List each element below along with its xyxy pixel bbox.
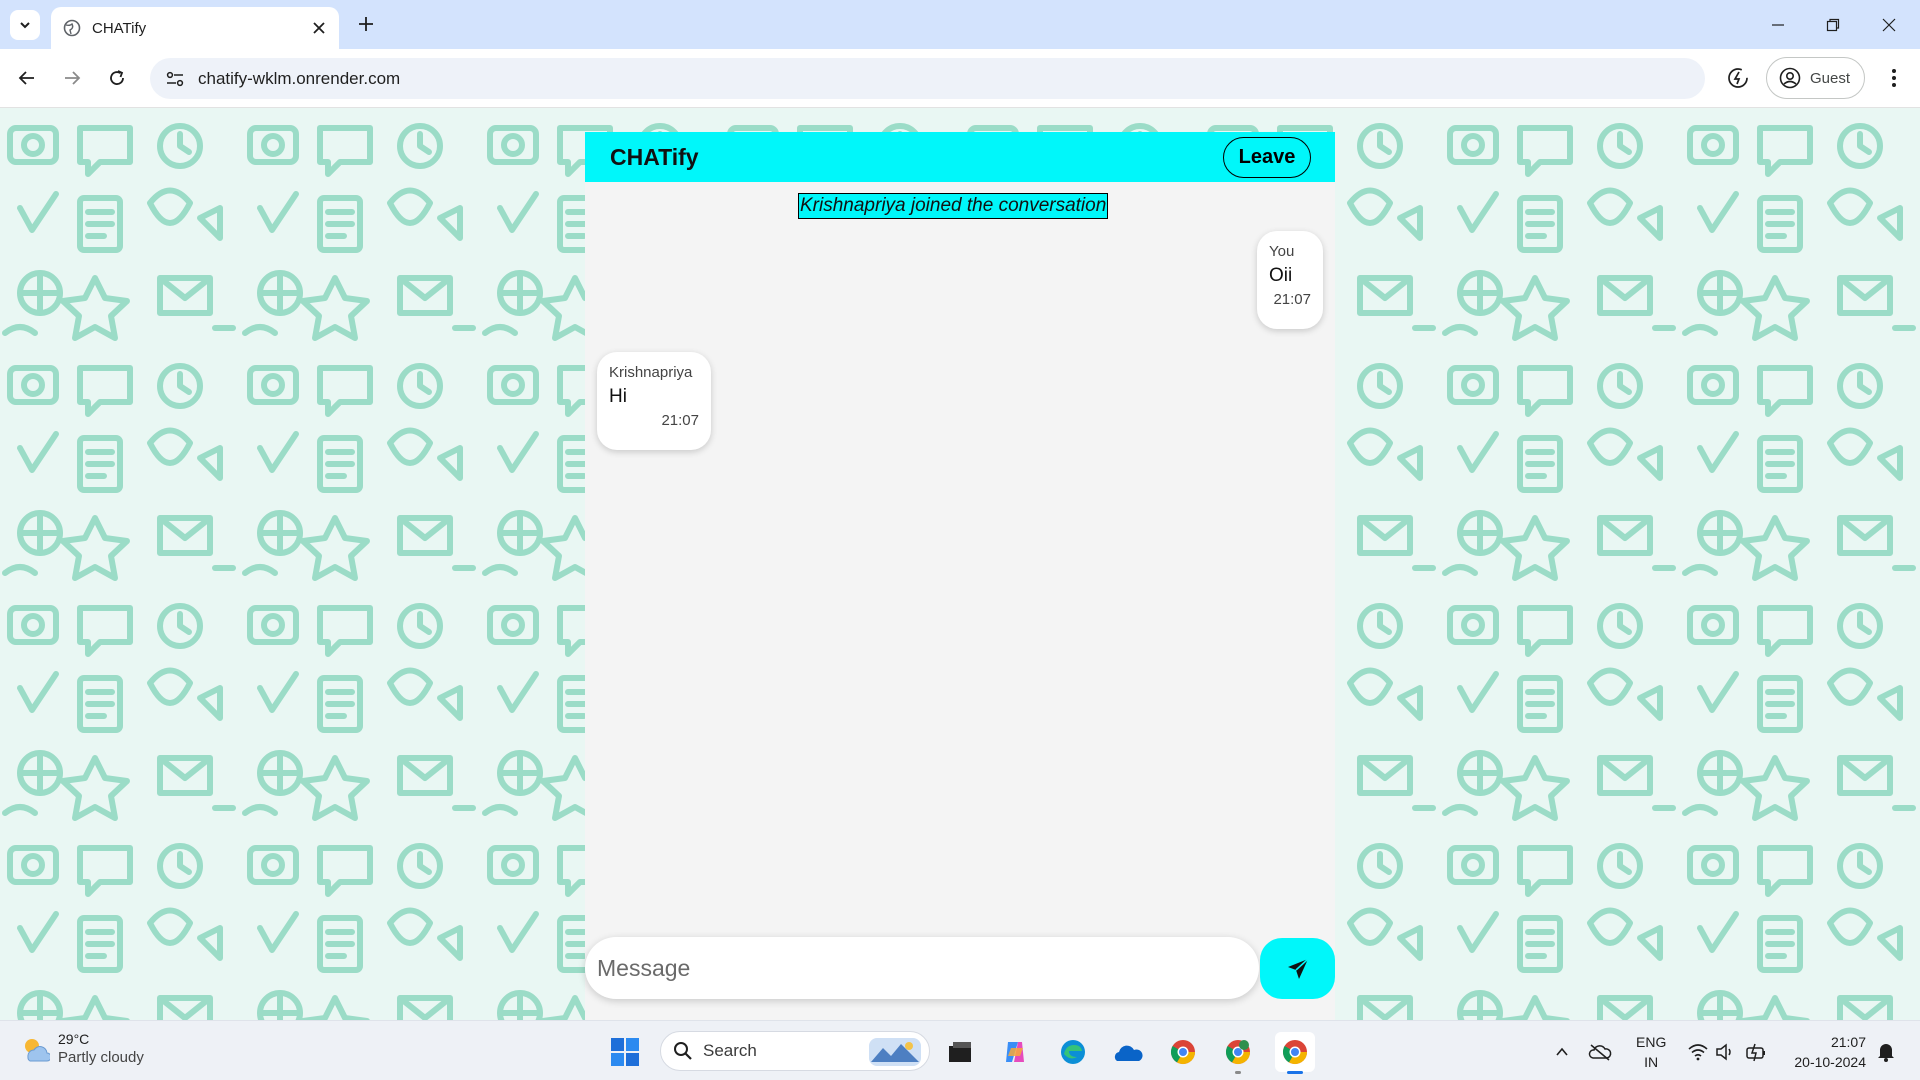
chrome-icon (1170, 1040, 1195, 1065)
arrow-left-icon (18, 71, 34, 85)
message-input[interactable] (585, 937, 1259, 999)
cloud-offline-icon (1588, 1044, 1612, 1061)
profile-button[interactable]: Guest (1766, 57, 1865, 99)
volume-button[interactable] (1714, 1040, 1738, 1064)
send-icon (1287, 957, 1309, 979)
weather-widget[interactable]: 29°C Partly cloudy (20, 1031, 144, 1066)
message-sender: You (1269, 243, 1295, 260)
join-notification: Krishnapriya joined the conversation (798, 193, 1109, 219)
file-explorer-icon (949, 1042, 971, 1062)
partly-cloudy-icon (25, 1038, 50, 1061)
page-viewport: CHATify Leave Krishnapriya joined the co… (0, 108, 1920, 1020)
minimize-icon (1772, 24, 1784, 26)
address-bar[interactable]: chatify-wklm.onrender.com (150, 58, 1705, 99)
url-text[interactable]: chatify-wklm.onrender.com (198, 69, 400, 89)
account-icon (1779, 67, 1801, 89)
edge-icon (1061, 1040, 1085, 1064)
app-title: CHATify (610, 144, 699, 170)
minimize-button[interactable] (1764, 11, 1792, 39)
wifi-button[interactable] (1686, 1040, 1710, 1064)
back-button[interactable] (12, 63, 42, 93)
close-window-icon (1882, 18, 1896, 32)
battery-button[interactable] (1744, 1040, 1768, 1064)
chrome-active-app[interactable] (1275, 1032, 1315, 1074)
browser-tab[interactable]: CHATify (51, 7, 339, 49)
chrome-profile-icon (1225, 1040, 1250, 1065)
system-clock[interactable]: 21:07 20-10-2024 (1786, 1032, 1866, 1072)
new-tab-button[interactable] (353, 11, 379, 37)
weather-temperature: 29°C (58, 1031, 90, 1047)
chat-window: CHATify Leave Krishnapriya joined the co… (585, 132, 1335, 1020)
clock-time: 21:07 (1830, 1034, 1866, 1050)
edge-app[interactable] (1055, 1034, 1091, 1070)
tab-search-button[interactable] (10, 10, 40, 40)
language-code: ENG (1636, 1034, 1667, 1050)
search-icon (674, 1042, 692, 1060)
tab-title: CHATify (92, 19, 147, 37)
file-explorer-app[interactable] (942, 1034, 978, 1070)
site-info-icon[interactable] (164, 68, 186, 90)
chrome-active-icon (1282, 1040, 1307, 1065)
copilot-app[interactable] (998, 1034, 1034, 1070)
chat-header: CHATify Leave (585, 132, 1335, 182)
close-window-button[interactable] (1875, 11, 1903, 39)
restore-button[interactable] (1819, 11, 1847, 39)
forward-button[interactable] (57, 63, 87, 93)
message-time: 21:07 (661, 412, 699, 429)
volume-icon (1716, 1043, 1731, 1061)
weather-condition: Partly cloudy (58, 1049, 144, 1066)
show-hidden-icons-button[interactable] (1550, 1040, 1574, 1064)
close-icon[interactable] (311, 20, 327, 36)
more-vert-icon (1892, 69, 1896, 87)
notification-bell-icon[interactable] (1875, 1040, 1897, 1062)
profile-label: Guest (1810, 69, 1851, 87)
chevron-down-icon (20, 22, 30, 29)
plus-icon (359, 17, 373, 31)
copilot-icon (1006, 1042, 1024, 1062)
reload-button[interactable] (102, 63, 132, 93)
chrome-app[interactable] (1165, 1034, 1201, 1070)
message-bubble-received: Krishnapriya Hi 21:07 (597, 352, 711, 450)
onedrive-app[interactable] (1110, 1034, 1146, 1070)
search-highlight-icon (869, 1038, 921, 1066)
browser-toolbar: chatify-wklm.onrender.com Guest (0, 49, 1920, 108)
search-placeholder: Search (703, 1041, 757, 1060)
restore-icon (1826, 18, 1840, 32)
leave-button[interactable]: Leave (1223, 137, 1311, 178)
message-time: 21:07 (1273, 291, 1311, 308)
message-text: Hi (609, 386, 627, 407)
arrow-right-icon (65, 71, 81, 85)
message-bubble-sent: You Oii 21:07 (1257, 231, 1323, 329)
onedrive-icon (1114, 1045, 1143, 1061)
message-composer (585, 937, 1335, 999)
language-indicator[interactable]: ENG IN (1636, 1032, 1666, 1072)
wifi-icon (1688, 1044, 1708, 1061)
windows-start-icon[interactable] (609, 1036, 641, 1068)
browser-tab-bar: CHATify (0, 0, 1920, 49)
region-code: IN (1644, 1054, 1659, 1070)
chrome-profile-app[interactable] (1220, 1034, 1256, 1074)
send-button[interactable] (1260, 938, 1335, 999)
battery-charging-icon (1746, 1043, 1765, 1062)
running-indicator (1235, 1071, 1241, 1074)
taskbar-search[interactable]: Search (660, 1031, 930, 1071)
performance-icon[interactable] (1725, 65, 1751, 91)
clock-date: 20-10-2024 (1794, 1054, 1866, 1070)
browser-menu-button[interactable] (1880, 64, 1908, 92)
cloud-offline-button[interactable] (1588, 1040, 1612, 1064)
taskbar: 29°C Partly cloudy Search ENG IN 21:07 2… (0, 1020, 1920, 1080)
globe-icon (63, 19, 81, 37)
message-sender: Krishnapriya (609, 364, 693, 381)
reload-icon (110, 70, 124, 85)
active-indicator (1287, 1071, 1303, 1074)
message-text: Oii (1269, 265, 1293, 286)
chevron-up-icon (1556, 1047, 1568, 1056)
